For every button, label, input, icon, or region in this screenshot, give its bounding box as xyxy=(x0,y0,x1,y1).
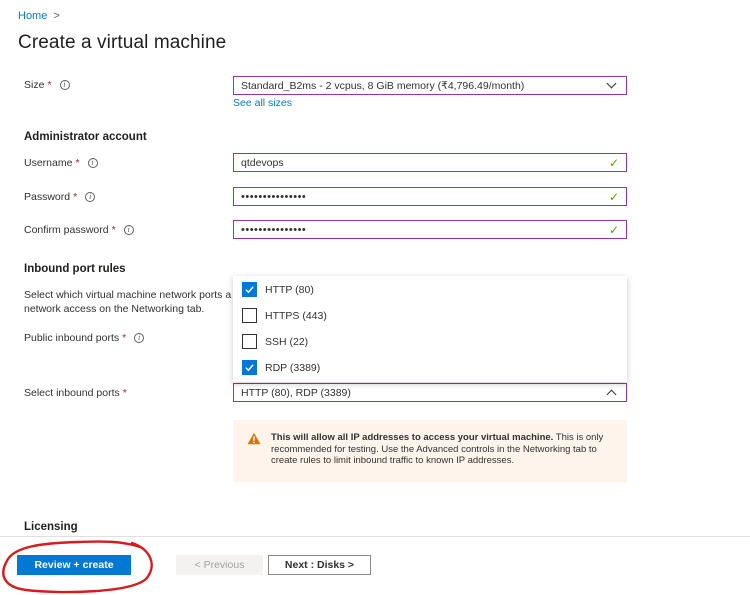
warning-text: This will allow all IP addresses to acce… xyxy=(271,432,615,482)
required-marker: * xyxy=(122,332,127,344)
chevron-down-icon xyxy=(606,78,617,89)
option-label: HTTP (80) xyxy=(265,283,314,296)
select-inbound-ports-label-text: Select inbound ports xyxy=(24,387,120,399)
inbound-description: Select which virtual machine network por… xyxy=(24,288,234,316)
option-label: HTTPS (443) xyxy=(265,309,327,322)
checkbox-unchecked-icon[interactable] xyxy=(242,308,257,323)
breadcrumb: Home > xyxy=(18,10,60,22)
checkbox-checked-icon[interactable] xyxy=(242,282,257,297)
inbound-ports-dropdown: HTTP (80) HTTPS (443) SSH (22) RDP (3389… xyxy=(233,276,627,382)
size-label-text: Size xyxy=(24,79,45,91)
confirm-password-label-text: Confirm password xyxy=(24,224,109,236)
checkbox-checked-icon[interactable] xyxy=(242,360,257,375)
option-rdp[interactable]: RDP (3389) xyxy=(242,360,320,375)
breadcrumb-home-link[interactable]: Home xyxy=(18,10,47,22)
inbound-description-line2: network access on the Networking tab. xyxy=(24,303,205,315)
info-icon[interactable]: i xyxy=(87,158,98,168)
select-inbound-ports-select[interactable]: HTTP (80), RDP (3389) xyxy=(233,383,627,402)
info-icon[interactable]: i xyxy=(123,225,134,235)
password-value: ••••••••••••••• xyxy=(241,190,307,203)
required-marker: * xyxy=(47,79,52,91)
next-disks-button[interactable]: Next : Disks > xyxy=(268,555,371,575)
admin-section-title: Administrator account xyxy=(24,131,147,143)
footer-divider xyxy=(0,536,750,537)
password-label-text: Password xyxy=(24,191,71,203)
checkbox-unchecked-icon[interactable] xyxy=(242,334,257,349)
chevron-up-icon xyxy=(606,389,617,400)
select-inbound-ports-label: Select inbound ports * xyxy=(24,387,127,399)
size-select[interactable]: Standard_B2ms - 2 vcpus, 8 GiB memory (₹… xyxy=(233,76,627,95)
warning-text-bold: This will allow all IP addresses to acce… xyxy=(271,432,554,443)
select-inbound-ports-value: HTTP (80), RDP (3389) xyxy=(241,386,351,399)
option-ssh[interactable]: SSH (22) xyxy=(242,334,308,349)
licensing-section-title: Licensing xyxy=(24,521,78,533)
review-create-button[interactable]: Review + create xyxy=(17,555,131,575)
valid-check-icon: ✓ xyxy=(608,155,619,170)
see-all-sizes-link[interactable]: See all sizes xyxy=(233,97,292,109)
username-label: Username * i xyxy=(24,157,98,169)
info-icon[interactable]: i xyxy=(85,192,96,202)
password-field[interactable]: ••••••••••••••• ✓ xyxy=(233,187,627,206)
inbound-description-line1: Select which virtual machine network por… xyxy=(24,289,232,301)
public-inbound-ports-label: Public inbound ports * i xyxy=(24,332,145,344)
required-marker: * xyxy=(75,157,80,169)
password-label: Password * i xyxy=(24,191,96,203)
option-https[interactable]: HTTPS (443) xyxy=(242,308,327,323)
warning-icon xyxy=(247,432,261,482)
confirm-password-field[interactable]: ••••••••••••••• ✓ xyxy=(233,220,627,239)
size-label: Size * i xyxy=(24,79,70,91)
confirm-password-label: Confirm password * i xyxy=(24,224,134,236)
warning-banner: This will allow all IP addresses to acce… xyxy=(233,420,627,482)
option-http[interactable]: HTTP (80) xyxy=(242,282,314,297)
breadcrumb-separator: > xyxy=(53,10,60,22)
option-label: RDP (3389) xyxy=(265,361,321,374)
valid-check-icon: ✓ xyxy=(608,189,619,204)
info-icon[interactable]: i xyxy=(134,333,145,343)
required-marker: * xyxy=(122,387,127,399)
username-field[interactable]: qtdevops ✓ xyxy=(233,153,627,172)
valid-check-icon: ✓ xyxy=(608,222,619,237)
required-marker: * xyxy=(73,191,78,203)
confirm-password-value: ••••••••••••••• xyxy=(241,223,307,236)
info-icon[interactable]: i xyxy=(59,80,70,90)
required-marker: * xyxy=(111,224,116,236)
size-select-value: Standard_B2ms - 2 vcpus, 8 GiB memory (₹… xyxy=(241,79,525,92)
inbound-section-title: Inbound port rules xyxy=(24,263,126,275)
username-label-text: Username xyxy=(24,157,73,169)
previous-button: < Previous xyxy=(176,555,263,575)
page-title: Create a virtual machine xyxy=(18,32,227,53)
public-inbound-ports-label-text: Public inbound ports xyxy=(24,332,120,344)
option-label: SSH (22) xyxy=(265,335,309,348)
username-value: qtdevops xyxy=(241,156,284,169)
